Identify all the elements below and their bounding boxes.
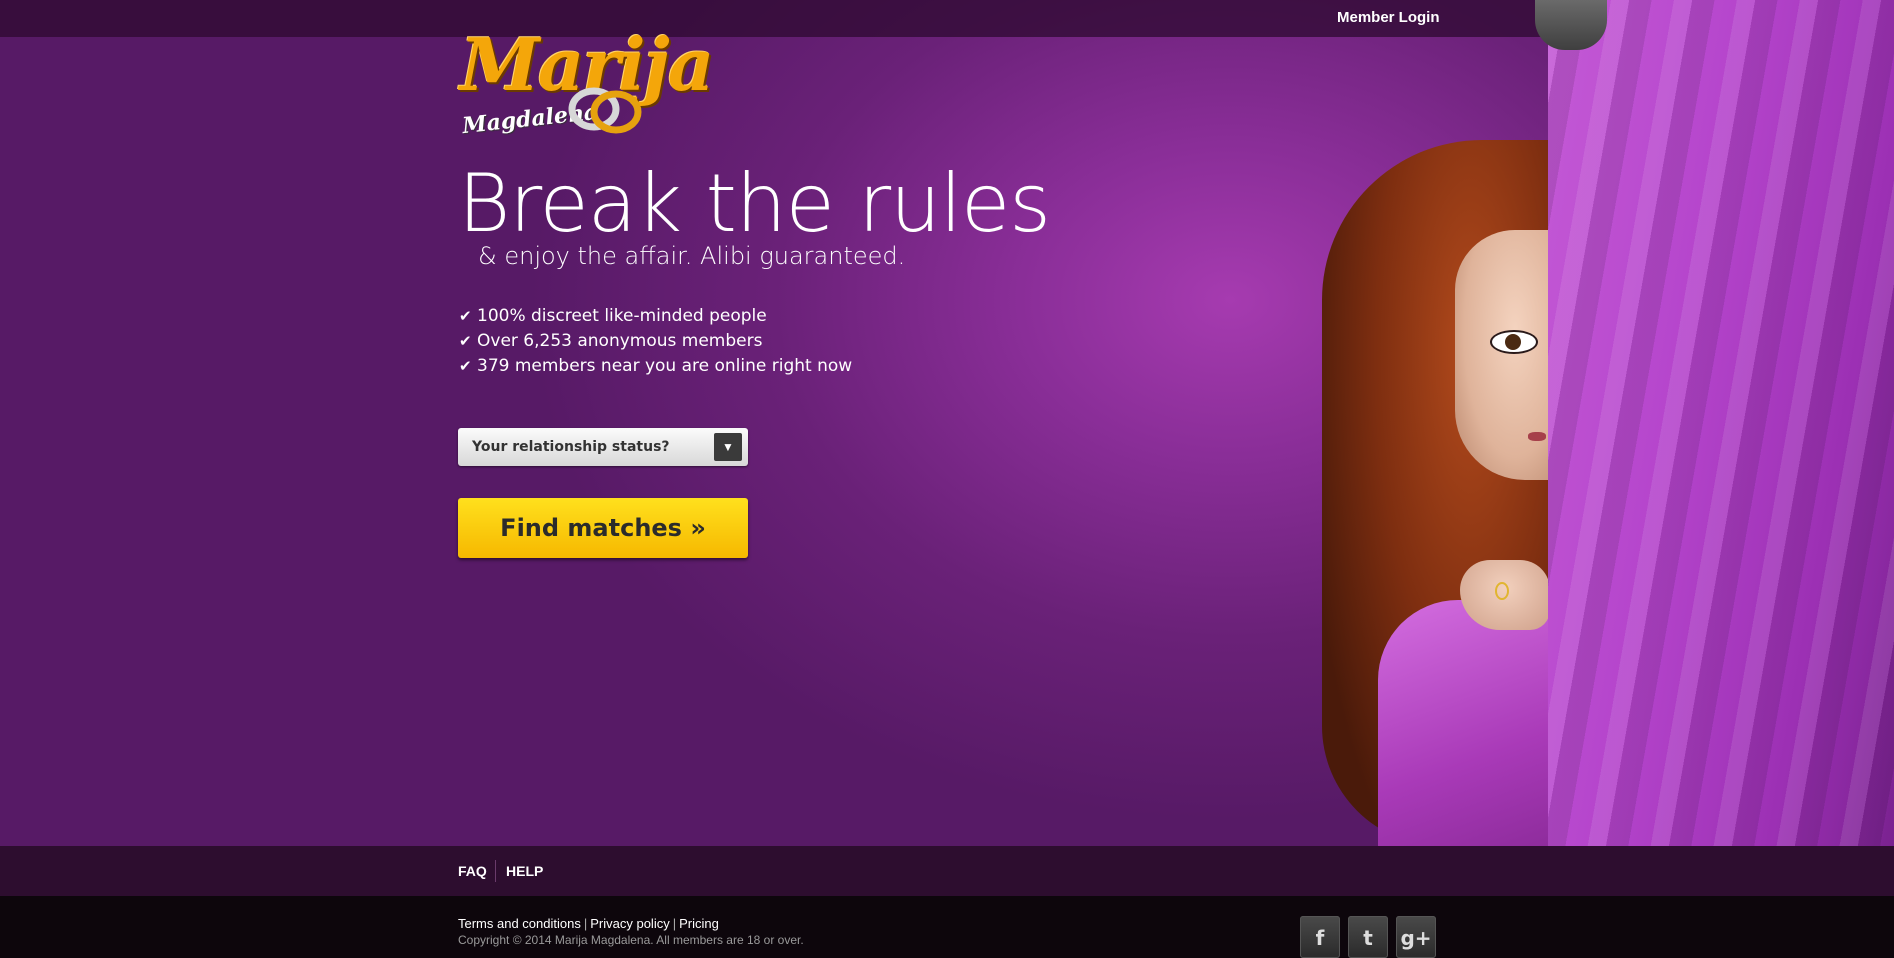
photo-purple-curtain (1548, 0, 1894, 846)
google-plus-button[interactable]: g+ (1396, 916, 1436, 958)
twitter-icon: t (1363, 926, 1373, 950)
photo-woman-lips (1528, 432, 1546, 441)
find-matches-button[interactable]: Find matches » (458, 498, 748, 558)
benefit-item: ✔ 100% discreet like-minded people (459, 304, 852, 329)
photo-woman-eye (1490, 330, 1538, 354)
photo-woman-face (1455, 230, 1555, 480)
headline: Break the rules (458, 157, 1051, 250)
twitter-button[interactable]: t (1348, 916, 1388, 958)
footer-separator: | (583, 916, 588, 931)
help-link[interactable]: HELP (506, 863, 543, 879)
wedding-rings-icon (568, 87, 642, 134)
faq-link[interactable]: FAQ (458, 863, 487, 879)
benefit-text: 379 members near you are online right no… (477, 356, 853, 376)
benefit-text: Over 6,253 anonymous members (477, 331, 763, 351)
footer-links: Terms and conditions | Privacy policy | Pric… (458, 916, 719, 931)
relationship-status-select[interactable]: Your relationship status? ▼ (458, 428, 748, 466)
benefits-list: ✔ 100% discreet like-minded people ✔ Ove… (459, 304, 852, 379)
footer-nav: FAQ HELP (0, 846, 1894, 896)
photo-ring (1495, 582, 1509, 600)
relationship-status-placeholder: Your relationship status? (472, 439, 670, 455)
check-icon: ✔ (459, 357, 472, 375)
benefit-item: ✔ 379 members near you are online right … (459, 354, 852, 379)
copyright-text: Copyright © 2014 Marija Magdalena. All m… (458, 933, 804, 947)
footer: Terms and conditions | Privacy policy | Pric… (0, 896, 1894, 958)
facebook-icon: f (1315, 926, 1325, 950)
check-icon: ✔ (459, 332, 472, 350)
check-icon: ✔ (459, 307, 472, 325)
nav-divider (495, 860, 496, 882)
logo[interactable]: Marija Magdalena (458, 22, 714, 147)
terms-link[interactable]: Terms and conditions (458, 916, 581, 931)
facebook-button[interactable]: f (1300, 916, 1340, 958)
benefit-text: 100% discreet like-minded people (477, 306, 767, 326)
google-plus-icon: g+ (1400, 926, 1432, 950)
photo-curtain-hand (1535, 0, 1607, 50)
privacy-link[interactable]: Privacy policy (590, 916, 669, 931)
footer-separator: | (672, 916, 677, 931)
chevron-down-icon[interactable]: ▼ (714, 433, 742, 461)
pricing-link[interactable]: Pricing (679, 916, 719, 931)
hero-section: Member Login Marija Magdalena Break the … (0, 0, 1894, 846)
benefit-item: ✔ Over 6,253 anonymous members (459, 329, 852, 354)
tagline: & enjoy the affair. Alibi guaranteed. (478, 242, 906, 270)
